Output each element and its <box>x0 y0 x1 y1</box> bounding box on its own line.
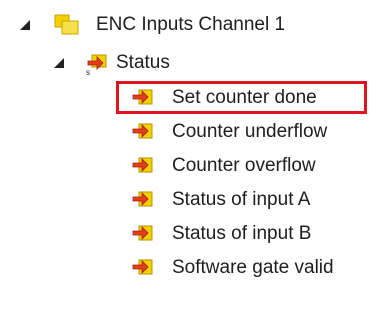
item-label: Status of input A <box>172 189 311 210</box>
expanded-arrow-icon[interactable] <box>54 58 64 68</box>
item-label: Counter underflow <box>172 121 328 142</box>
tree-node-root[interactable]: ENC Inputs Channel 1 <box>0 8 376 42</box>
root-label: ENC Inputs Channel 1 <box>96 14 286 35</box>
tree-leaf-item[interactable]: Counter overflow <box>0 149 376 183</box>
expanded-arrow-icon[interactable] <box>20 20 30 30</box>
tree-view: ENC Inputs Channel 1 s Status Set counte… <box>0 0 376 309</box>
tree-node-status[interactable]: s Status <box>0 46 376 80</box>
tree-leaf-item[interactable]: Software gate valid <box>0 251 376 285</box>
item-label: Set counter done <box>172 87 317 108</box>
item-label: Software gate valid <box>172 257 334 278</box>
tree-leaf-item[interactable]: Set counter done <box>0 81 376 115</box>
tree-leaf-item[interactable]: Counter underflow <box>0 115 376 149</box>
item-label: Counter overflow <box>172 155 316 176</box>
status-label: Status <box>116 52 170 73</box>
input-variable-icon <box>132 191 153 207</box>
input-variable-icon <box>132 225 153 241</box>
input-variable-icon <box>132 89 153 105</box>
svg-text:s: s <box>86 68 90 76</box>
input-group-icon: s <box>86 54 107 76</box>
item-label: Status of input B <box>172 223 312 244</box>
yellow-folder-icon <box>54 14 79 35</box>
tree-leaf-item[interactable]: Status of input A <box>0 183 376 217</box>
tree-leaf-item[interactable]: Status of input B <box>0 217 376 251</box>
input-variable-icon <box>132 123 153 139</box>
input-variable-icon <box>132 157 153 173</box>
input-variable-icon <box>132 259 153 275</box>
